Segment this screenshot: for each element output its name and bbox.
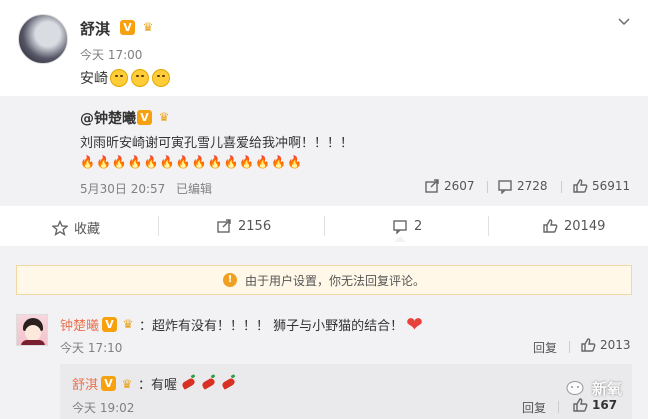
divider: [569, 341, 570, 353]
reply-author[interactable]: 舒淇: [72, 374, 98, 393]
emoji-laugh-icon: [152, 69, 170, 87]
reply-like-button[interactable]: 167: [572, 397, 617, 413]
reply-time: 今天 19:02: [72, 401, 135, 415]
notice-text: 由于用户设置，你无法回复评论。: [244, 273, 425, 288]
share-icon: [425, 179, 439, 193]
emoji-laugh-icon: [131, 69, 149, 87]
vip-crown-icon: ♛: [122, 317, 134, 331]
wechat-logo-icon: [566, 380, 584, 395]
verified-badge-icon: V: [102, 316, 118, 332]
author-avatar[interactable]: [18, 14, 68, 64]
repost-share-count: 2607: [444, 179, 475, 193]
reply-restriction-notice: ! 由于用户设置，你无法回复评论。: [16, 265, 632, 295]
watermark-text: 新氧: [592, 380, 623, 398]
repost-comment-count: 2728: [517, 179, 548, 193]
favorite-label: 收藏: [74, 222, 101, 237]
divider: [488, 216, 489, 236]
vip-crown-icon: ♛: [121, 376, 133, 391]
share-icon: [217, 219, 231, 233]
divider: [561, 181, 562, 193]
watermark: 新氧: [566, 378, 622, 399]
thumbs-up-icon: [581, 338, 596, 352]
post-text: 安崎: [80, 68, 171, 88]
thumbs-up-icon: [573, 179, 588, 193]
repost-comment-button[interactable]: 2728: [497, 178, 548, 194]
repost-like-button[interactable]: 56911: [572, 178, 630, 194]
post-author-name[interactable]: 舒淇: [80, 18, 110, 39]
divider: [158, 216, 159, 236]
repost-time[interactable]: 5月30日 20:57: [80, 180, 165, 197]
verified-badge-icon: V: [120, 20, 135, 35]
heart-icon: ❤: [406, 312, 423, 336]
repost-share-button[interactable]: 2607: [424, 178, 475, 194]
share-count: 2156: [238, 218, 272, 234]
comment-avatar[interactable]: [16, 314, 48, 346]
repost-edited: 已编辑: [176, 182, 213, 196]
divider: [487, 181, 488, 193]
chili-emoji-icon: [221, 377, 236, 390]
repost-like-count: 56911: [592, 179, 631, 193]
reply-like-count: 167: [592, 398, 618, 412]
thumbs-up-icon: [543, 219, 558, 233]
chili-emoji-icon: [201, 377, 216, 390]
info-icon: !: [222, 273, 237, 287]
comment-button[interactable]: 2: [392, 218, 422, 234]
comment-reply-button[interactable]: 回复: [533, 339, 557, 356]
comment-like-count: 2013: [600, 338, 631, 352]
fire-emoji-row: 🔥🔥🔥🔥🔥🔥🔥🔥🔥🔥🔥🔥🔥🔥: [80, 155, 304, 169]
like-button[interactable]: 20149: [542, 218, 605, 234]
comment-tab-indicator: [394, 236, 406, 242]
favorite-button[interactable]: 收藏: [52, 218, 100, 237]
reply-reply-button[interactable]: 回复: [522, 399, 546, 416]
nested-reply-row: 舒淇 V ♛ ：有喔: [72, 374, 237, 393]
divider: [324, 216, 325, 236]
repost-author[interactable]: @钟楚曦: [80, 108, 136, 128]
comment-text: ：超炸有没有！！！！ 狮子与小野猫的结合！: [139, 318, 404, 334]
divider: [558, 401, 559, 413]
comment-row: 钟楚曦 V ♛ ：超炸有没有！！！！ 狮子与小野猫的结合！ ❤: [60, 314, 423, 334]
post-text-content: 安崎: [80, 71, 108, 87]
thumbs-up-icon: [573, 398, 588, 412]
chili-emoji-icon: [181, 377, 196, 390]
comment-like-button[interactable]: 2013: [580, 337, 631, 353]
comment-count: 2: [414, 218, 423, 234]
comment-time: 今天 17:10: [60, 341, 123, 355]
repost-text: 刘雨昕安崎谢可寅孔雪儿喜爱给我冲啊！！！！: [80, 136, 354, 151]
star-icon: [52, 219, 68, 236]
comment-icon: [498, 180, 512, 194]
comment-icon: [393, 220, 407, 234]
reply-text: ：有喔: [138, 378, 178, 393]
comment-author[interactable]: 钟楚曦: [60, 315, 99, 334]
vip-crown-icon: ♛: [158, 110, 170, 124]
post-menu-button[interactable]: [616, 14, 632, 30]
share-button[interactable]: 2156: [216, 218, 271, 234]
verified-badge-icon: V: [137, 110, 152, 125]
like-count: 20149: [564, 218, 606, 234]
vip-crown-icon: ♛: [142, 20, 154, 34]
post-time[interactable]: 今天 17:00: [80, 46, 142, 63]
verified-badge-icon: V: [101, 376, 117, 391]
chevron-down-icon: [618, 18, 630, 25]
emoji-laugh-icon: [110, 69, 128, 87]
